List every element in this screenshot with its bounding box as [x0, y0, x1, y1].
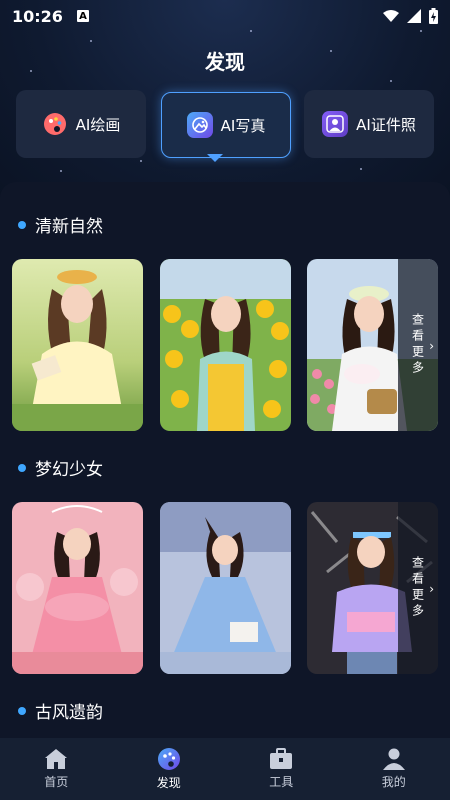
- home-icon: [45, 749, 68, 769]
- selected-tab-indicator: [207, 154, 223, 162]
- section-title-dreamy: 梦幻少女: [18, 455, 103, 480]
- palette-icon: [42, 111, 68, 137]
- nav-discover-label: 发现: [156, 776, 181, 790]
- profile-icon: [382, 748, 405, 770]
- notification-a-icon: A: [76, 10, 89, 22]
- status-bar: 10:26 A: [0, 0, 450, 32]
- discover-icon: [157, 748, 180, 770]
- status-icons: [383, 8, 438, 24]
- toolbox-icon: [270, 748, 293, 769]
- nav-home[interactable]: 首页: [0, 738, 113, 800]
- photo-card[interactable]: [12, 502, 143, 674]
- section-title-ancient: 古风遗韵: [18, 698, 103, 723]
- section-title-label: 古风遗韵: [35, 703, 103, 723]
- section-dot: [18, 463, 26, 472]
- nav-profile-label: 我的: [381, 775, 406, 789]
- content-panel: 清新自然 查看更多 › 梦幻少女 查看更多 › 古风遗韵: [0, 182, 450, 738]
- signal-icon: [407, 9, 421, 23]
- id-photo-icon: [322, 111, 349, 137]
- section-dot: [18, 220, 26, 229]
- nav-discover[interactable]: 发现: [113, 738, 226, 800]
- page-title: 发现: [205, 50, 245, 74]
- view-more-label: 查看更多: [410, 313, 425, 377]
- ai-portrait-label: AI写真: [220, 116, 266, 135]
- section-title-fresh: 清新自然: [18, 212, 103, 237]
- nav-profile[interactable]: 我的: [338, 738, 450, 800]
- portrait-image: [12, 502, 143, 674]
- wifi-icon: [383, 10, 399, 22]
- section-dot: [18, 706, 26, 715]
- portrait-image: [160, 502, 291, 674]
- feature-tabs: AI绘画 AI写真 AI证件照: [16, 90, 434, 158]
- nav-tools[interactable]: 工具: [225, 738, 338, 800]
- photo-icon: [186, 112, 213, 138]
- nav-tools-label: 工具: [269, 775, 294, 789]
- section-title-label: 清新自然: [35, 217, 103, 237]
- ai-portrait-button[interactable]: AI写真: [161, 92, 291, 158]
- chevron-right-icon: ›: [429, 582, 434, 596]
- photo-card[interactable]: [12, 259, 143, 431]
- photo-card[interactable]: [160, 259, 291, 431]
- portrait-image: [160, 259, 291, 431]
- bottom-nav: 首页 发现 工具 我的: [0, 738, 450, 800]
- ai-id-photo-label: AI证件照: [356, 115, 416, 134]
- section-title-label: 梦幻少女: [35, 460, 103, 480]
- chevron-right-icon: ›: [429, 339, 434, 353]
- view-more-label: 查看更多: [410, 556, 425, 620]
- status-time: 10:26: [12, 6, 63, 26]
- photo-card[interactable]: [160, 502, 291, 674]
- portrait-image: [12, 259, 143, 431]
- battery-icon: [429, 8, 438, 24]
- ai-id-photo-button[interactable]: AI证件照: [304, 90, 434, 158]
- photo-card[interactable]: 查看更多 ›: [307, 502, 438, 674]
- photo-card[interactable]: 查看更多 ›: [307, 259, 438, 431]
- ai-painting-button[interactable]: AI绘画: [16, 90, 146, 158]
- ai-painting-label: AI绘画: [75, 115, 121, 134]
- nav-home-label: 首页: [44, 775, 69, 789]
